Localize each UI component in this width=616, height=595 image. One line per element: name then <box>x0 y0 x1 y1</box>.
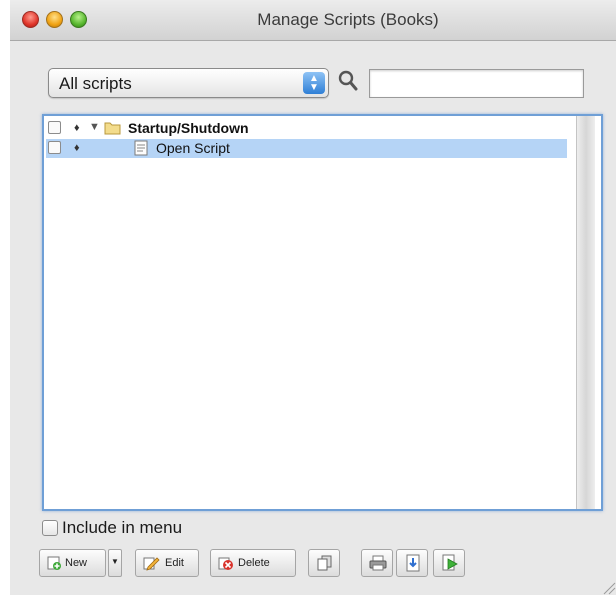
edit-script-button[interactable]: Edit <box>135 549 199 577</box>
new-script-label: New <box>65 557 88 569</box>
duplicate-icon <box>317 555 332 571</box>
delete-script-button[interactable]: Delete <box>210 549 296 577</box>
search-input[interactable] <box>369 69 584 98</box>
list-item-script[interactable]: ♦ Open Script <box>46 139 567 158</box>
list-item-folder[interactable]: ♦ ▼ Startup/Shutdown <box>46 119 567 138</box>
folder-label: Startup/Shutdown <box>128 120 249 136</box>
include-in-menu-checkbox[interactable] <box>42 520 58 536</box>
scripts-list[interactable]: ♦ ▼ Startup/Shutdown ♦ Open Script <box>42 114 603 511</box>
include-in-menu-label: Include in menu <box>62 518 183 537</box>
window-title: Manage Scripts (Books) <box>257 10 439 29</box>
menu-include-checkbox[interactable] <box>48 121 61 134</box>
script-filter-value: All scripts <box>59 74 132 93</box>
menu-include-checkbox[interactable] <box>48 141 61 154</box>
vertical-scrollbar[interactable] <box>576 116 595 509</box>
run-icon <box>442 554 458 571</box>
import-script-button[interactable] <box>396 549 428 577</box>
new-script-button[interactable]: New <box>39 549 106 577</box>
drag-handle-icon[interactable]: ♦ <box>74 122 80 134</box>
script-filter-select[interactable]: All scripts ▲ ▼ <box>48 68 329 98</box>
disclosure-triangle-icon[interactable]: ▼ <box>89 121 100 133</box>
new-script-menu-button[interactable]: ▼ <box>108 549 122 577</box>
updown-arrows-icon: ▲ ▼ <box>303 72 325 94</box>
title-bar[interactable]: Manage Scripts (Books) <box>10 0 616 41</box>
delete-icon <box>218 557 233 570</box>
script-icon <box>134 140 148 156</box>
print-script-button[interactable] <box>361 549 393 577</box>
run-script-button[interactable] <box>433 549 465 577</box>
chevron-down-icon: ▼ <box>111 557 119 566</box>
search-icon <box>338 70 358 91</box>
duplicate-script-button[interactable] <box>308 549 340 577</box>
folder-icon <box>104 122 121 135</box>
import-icon <box>406 554 420 572</box>
resize-grip-icon[interactable] <box>600 579 616 595</box>
new-script-icon <box>47 556 61 570</box>
print-icon <box>369 555 387 571</box>
manage-scripts-window: Manage Scripts (Books) All scripts ▲ ▼ ♦ … <box>10 0 616 595</box>
drag-handle-icon[interactable]: ♦ <box>74 142 80 154</box>
script-label: Open Script <box>156 140 230 156</box>
edit-pencil-icon <box>143 557 160 571</box>
edit-script-label: Edit <box>165 557 184 569</box>
delete-script-label: Delete <box>238 557 270 569</box>
